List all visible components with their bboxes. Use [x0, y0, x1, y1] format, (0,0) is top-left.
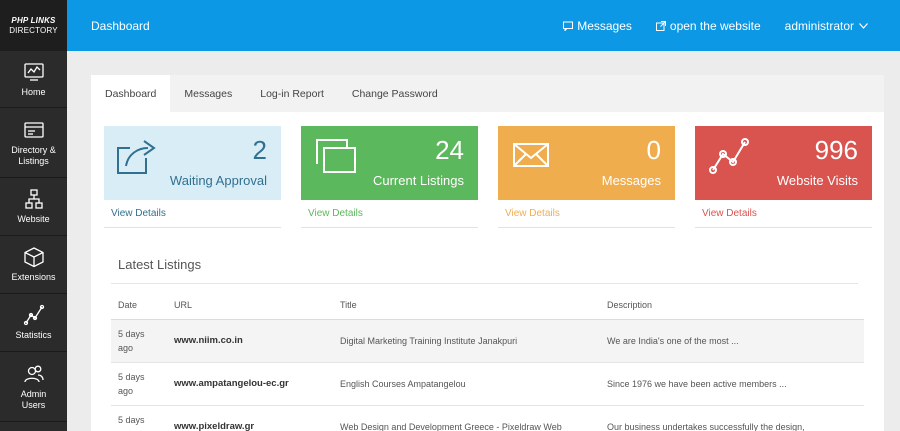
cell-title: English Courses Ampatangelou [333, 362, 600, 406]
card-current-listings: 24 Current Listings View Details [301, 126, 478, 228]
column-header-date: Date [111, 291, 167, 320]
cube-icon [23, 247, 44, 268]
table-header-row: Date URL Title Description [111, 291, 864, 320]
view-details-link[interactable]: View Details [498, 200, 675, 219]
windows-icon [316, 139, 356, 173]
card-label: Current Listings [372, 173, 464, 188]
sidebar-item-statistics[interactable]: Statistics [0, 294, 67, 352]
card-waiting-approval: 2 Waiting Approval View Details [104, 126, 281, 228]
tab-change-password[interactable]: Change Password [338, 75, 452, 112]
latest-listings-table: Date URL Title Description 5 days ago ww… [111, 291, 864, 431]
card-number: 24 [435, 135, 464, 165]
user-menu[interactable]: administrator [785, 19, 868, 33]
view-details-link[interactable]: View Details [695, 200, 872, 219]
sidebar-item-website[interactable]: Website [0, 178, 67, 236]
sidebar-item-label: Extensions [11, 272, 56, 282]
logo[interactable]: PHP LINKS DIRECTORY [0, 0, 67, 51]
card-box: 996 Website Visits [695, 126, 872, 200]
card-messages: 0 Messages View Details [498, 126, 675, 228]
envelope-icon [513, 143, 549, 167]
sidebar-item-label: Website [17, 214, 50, 224]
card-box: 24 Current Listings [301, 126, 478, 200]
chevron-down-icon [859, 22, 868, 29]
logo-line2: DIRECTORY [9, 25, 58, 35]
sidebar-item-label: Home [21, 86, 46, 97]
cell-date: 5 days ago [111, 362, 167, 406]
view-details-link[interactable]: View Details [104, 200, 281, 219]
main-panel: Dashboard Messages Log-in Report Change … [91, 75, 884, 431]
logo-line1: PHP LINKS [11, 15, 56, 25]
card-label: Messages [601, 173, 661, 188]
card-label: Website Visits [776, 173, 858, 188]
cell-date: 5 days ago [111, 405, 167, 431]
open-website-link[interactable]: open the website [655, 18, 761, 33]
line-graph-icon [709, 138, 749, 174]
card-number: 996 [814, 135, 858, 165]
tab-login-report[interactable]: Log-in Report [246, 75, 338, 112]
card-number: 2 [252, 135, 267, 165]
sidebar-item-label: Directory & Listings [11, 144, 56, 166]
messages-link-label: Messages [577, 18, 632, 33]
tab-bar: Dashboard Messages Log-in Report Change … [91, 75, 884, 112]
sidebar-item-label: Admin Users [20, 388, 47, 410]
external-link-icon [655, 20, 666, 31]
cell-description: Since 1976 we have been active members .… [600, 362, 864, 406]
cell-description: Our business undertakes successfully the… [600, 405, 864, 431]
cell-url[interactable]: www.niim.co.in [167, 319, 333, 363]
cell-title: Digital Marketing Training Institute Jan… [333, 319, 600, 363]
user-name: administrator [784, 18, 854, 33]
cell-description: We are India's one of the most ... [600, 319, 864, 363]
table-row[interactable]: 5 days ago www.niim.co.in Digital Market… [111, 319, 864, 363]
sidebar-item-home[interactable]: Home [0, 51, 67, 108]
tab-dashboard[interactable]: Dashboard [91, 75, 171, 112]
cell-date: 5 days ago [111, 319, 167, 363]
cell-title: Web Design and Development Greece - Pixe… [333, 405, 600, 431]
open-website-label: open the website [669, 18, 761, 33]
sitemap-icon [24, 189, 43, 209]
sidebar-item-listings[interactable]: Directory & Listings [0, 108, 67, 178]
card-number: 0 [646, 135, 661, 165]
tab-messages[interactable]: Messages [170, 75, 246, 112]
page-title: Dashboard [91, 18, 150, 33]
table-row[interactable]: 5 days ago www.ampatangelou-ec.gr Englis… [111, 362, 864, 406]
sidebar: PHP LINKS DIRECTORY Home Directory & Lis… [0, 0, 67, 431]
latest-listings-title: Latest Listings [118, 257, 202, 272]
table-row[interactable]: 5 days ago www.pixeldraw.gr Web Design a… [111, 405, 864, 431]
sidebar-item-admin-users[interactable]: Admin Users [0, 352, 67, 422]
divider [111, 283, 858, 284]
cell-url[interactable]: www.pixeldraw.gr [167, 405, 333, 431]
view-details-link[interactable]: View Details [301, 200, 478, 219]
home-chart-icon [23, 62, 44, 81]
column-header-title: Title [333, 291, 600, 320]
users-icon [23, 365, 44, 382]
sidebar-item-extensions[interactable]: Extensions [0, 236, 67, 294]
stat-cards: 2 Waiting Approval View Details 24 Curre… [91, 126, 884, 231]
message-icon [563, 21, 574, 31]
card-label: Waiting Approval [169, 173, 267, 188]
sidebar-item-label: Statistics [15, 330, 52, 340]
messages-link[interactable]: Messages [563, 19, 632, 33]
share-arrow-icon [117, 140, 156, 174]
column-header-url: URL [167, 291, 333, 320]
column-header-description: Description [600, 291, 864, 320]
listings-card-icon [23, 121, 44, 138]
card-box: 0 Messages [498, 126, 675, 200]
cell-url[interactable]: www.ampatangelou-ec.gr [167, 362, 333, 406]
card-box: 2 Waiting Approval [104, 126, 281, 200]
statistics-line-icon [23, 304, 44, 326]
top-bar: Dashboard Messages open the website admi… [67, 0, 900, 51]
card-website-visits: 996 Website Visits View Details [695, 126, 872, 228]
